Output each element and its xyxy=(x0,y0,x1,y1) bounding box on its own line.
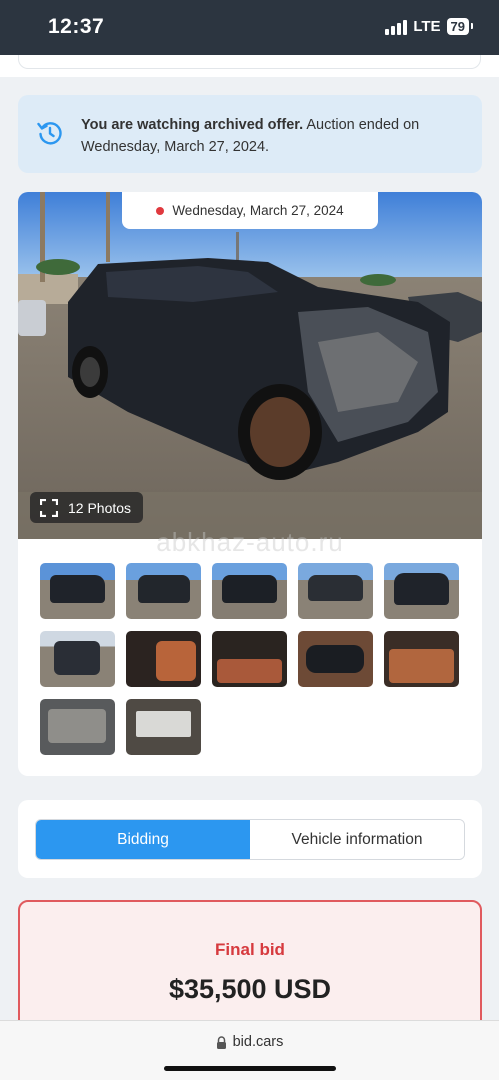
thumbnail-10[interactable] xyxy=(384,631,459,687)
thumbnail-4[interactable] xyxy=(298,563,373,619)
thumbnail-3[interactable] xyxy=(212,563,287,619)
thumbnail-11[interactable] xyxy=(40,699,115,755)
tab-bidding[interactable]: Bidding xyxy=(36,820,250,859)
history-icon xyxy=(37,122,62,145)
address-bar[interactable]: bid.cars xyxy=(0,1034,499,1050)
home-indicator[interactable] xyxy=(164,1066,336,1071)
archived-notice-text: You are watching archived offer. Auction… xyxy=(81,114,461,158)
thumbnail-5[interactable] xyxy=(384,563,459,619)
final-bid-amount: $35,500 USD xyxy=(168,974,332,1004)
fullscreen-icon xyxy=(40,498,58,517)
thumbnail-7[interactable] xyxy=(126,631,201,687)
auction-date-pill: Wednesday, March 27, 2024 xyxy=(122,192,378,229)
all-photos-button[interactable]: 12 Photos xyxy=(30,492,144,523)
thumbnail-12[interactable] xyxy=(126,699,201,755)
network-label: LTE xyxy=(413,18,441,35)
archived-notice-bold: You are watching archived offer. xyxy=(81,117,304,133)
battery-icon: 79 xyxy=(446,18,474,35)
tab-vehicle-information[interactable]: Vehicle information xyxy=(250,820,464,859)
signal-icon xyxy=(385,19,408,35)
status-indicators: LTE 79 xyxy=(385,18,474,35)
details-tabs: Bidding Vehicle information xyxy=(35,819,465,860)
photo-gallery-card: Wednesday, March 27, 2024 12 Photos abkh… xyxy=(18,192,482,776)
page-content: You are watching archived offer. Auction… xyxy=(0,55,499,1020)
watermark: abkhaz-auto.ru xyxy=(156,527,344,557)
thumbnail-6[interactable] xyxy=(40,631,115,687)
main-vehicle-photo[interactable] xyxy=(18,192,482,539)
thumbnail-2[interactable] xyxy=(126,563,201,619)
final-bid-label: Final bid xyxy=(215,940,285,959)
thumbnail-8[interactable] xyxy=(212,631,287,687)
previous-card-edge xyxy=(0,55,499,77)
thumbnail-1[interactable] xyxy=(40,563,115,619)
details-tabs-card: Bidding Vehicle information xyxy=(18,800,482,878)
status-time: 12:37 xyxy=(48,15,105,38)
url-text: bid.cars xyxy=(232,1034,284,1050)
thumbnail-9[interactable] xyxy=(298,631,373,687)
final-bid-card: Final bid $35,500 USD xyxy=(18,900,482,1020)
archived-offer-notice: You are watching archived offer. Auction… xyxy=(18,95,482,173)
photos-count-label: 12 Photos xyxy=(68,499,132,516)
browser-bottom-bar: bid.cars xyxy=(0,1020,499,1080)
auction-date: Wednesday, March 27, 2024 xyxy=(172,203,344,218)
status-bar: 12:37 LTE 79 xyxy=(0,0,499,55)
lock-icon xyxy=(216,1035,226,1049)
ended-dot-icon xyxy=(156,206,165,215)
